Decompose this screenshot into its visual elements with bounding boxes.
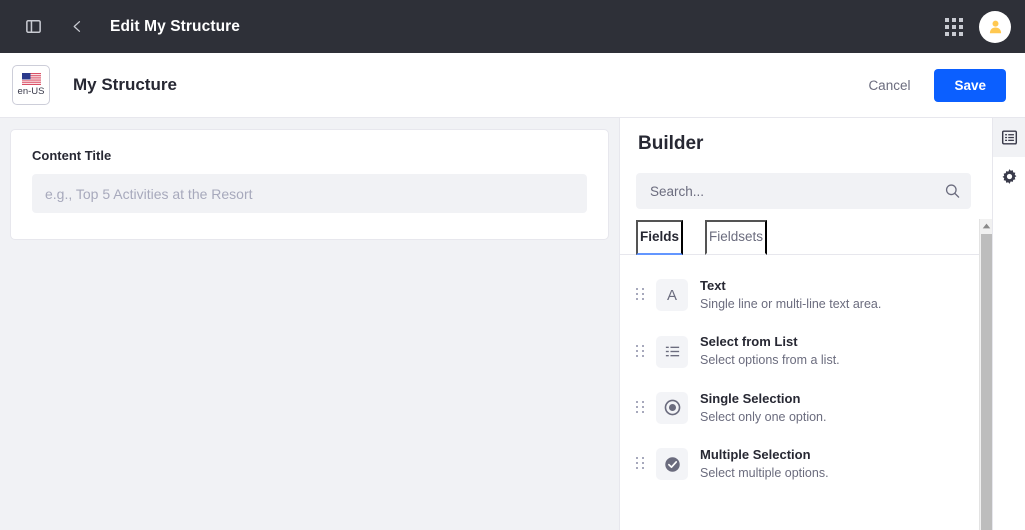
us-flag-icon xyxy=(21,73,41,86)
page-title: My Structure xyxy=(73,75,177,94)
drag-handle-icon[interactable] xyxy=(636,344,644,359)
checkmark-circle-glyph xyxy=(664,456,680,472)
radio-button-glyph xyxy=(664,400,680,416)
rail-button-settings[interactable] xyxy=(993,157,1025,196)
gear-icon xyxy=(1002,169,1016,184)
search-input[interactable] xyxy=(636,173,971,209)
list-item-title: Select from List xyxy=(700,334,798,350)
list-item-description: Single line or multi-line text area. xyxy=(700,296,882,311)
list-item-title: Multiple Selection xyxy=(700,447,811,463)
field-list: A Text Single line or multi-line text ar… xyxy=(620,255,992,530)
bulleted-list-glyph xyxy=(665,346,679,357)
builder-search xyxy=(636,173,971,209)
rail-button-structure[interactable] xyxy=(993,118,1025,157)
sidebar-toggle-button[interactable] xyxy=(18,12,48,42)
workspace: Content Title Builder Fields Fieldsets xyxy=(0,118,1025,530)
list-item[interactable]: Select from List Select options from a l… xyxy=(636,323,976,379)
avatar[interactable] xyxy=(979,10,1011,43)
builder-title: Builder xyxy=(638,133,704,154)
content-title-input[interactable] xyxy=(32,174,587,213)
grid-apps-icon[interactable] xyxy=(945,17,963,36)
panel-toggle-icon xyxy=(25,19,41,34)
list-item-texts: Text Single line or multi-line text area… xyxy=(700,277,881,313)
builder-tabs: Fields Fieldsets xyxy=(620,220,992,255)
form-canvas: Content Title xyxy=(0,118,620,530)
builder-panel: Builder Fields Fieldsets xyxy=(620,118,992,530)
list-item-texts: Multiple Selection Select multiple optio… xyxy=(700,446,829,482)
search-icon xyxy=(945,184,960,198)
bulleted-list-icon xyxy=(656,335,688,368)
checkmark-circle-icon xyxy=(656,448,688,481)
page-subheader: en-US My Structure Cancel Save xyxy=(0,53,1025,118)
list-item-texts: Select from List Select options from a l… xyxy=(700,333,840,369)
list-item-description: Select multiple options. xyxy=(700,465,829,480)
list-item[interactable]: Single Selection Select only one option. xyxy=(636,380,976,436)
builder-header: Builder xyxy=(620,118,992,220)
content-title-card: Content Title xyxy=(10,129,609,240)
drag-handle-icon[interactable] xyxy=(636,288,644,302)
list-item[interactable]: A Text Single line or multi-line text ar… xyxy=(636,267,976,323)
search-button[interactable] xyxy=(942,181,963,202)
navbar-left-group: Edit My Structure xyxy=(18,12,240,42)
chevron-left-icon xyxy=(73,21,80,32)
list-table-icon xyxy=(1001,130,1017,145)
list-item-description: Select options from a list. xyxy=(700,353,840,368)
language-code: en-US xyxy=(17,86,45,98)
tab-fieldsets[interactable]: Fieldsets xyxy=(705,220,768,255)
caret-up-icon xyxy=(982,223,990,228)
navbar-title: Edit My Structure xyxy=(110,17,241,35)
scrollbar-up-button[interactable] xyxy=(980,219,992,232)
cancel-button[interactable]: Cancel xyxy=(864,70,914,101)
list-item[interactable]: Multiple Selection Select multiple optio… xyxy=(636,436,976,492)
radio-button-icon xyxy=(656,391,688,424)
list-item-texts: Single Selection Select only one option. xyxy=(700,390,826,426)
top-navbar: Edit My Structure xyxy=(0,0,1025,53)
drag-handle-icon[interactable] xyxy=(636,457,644,471)
text-letter-a-icon: A xyxy=(656,279,688,312)
scrollbar-thumb[interactable] xyxy=(981,234,992,530)
save-button[interactable]: Save xyxy=(934,68,1006,102)
drag-handle-icon[interactable] xyxy=(636,400,644,415)
list-item-description: Select only one option. xyxy=(700,409,827,424)
right-icon-rail xyxy=(992,118,1025,530)
content-title-label: Content Title xyxy=(32,148,112,163)
back-button[interactable] xyxy=(62,12,92,42)
language-selector[interactable]: en-US xyxy=(12,65,50,105)
subheader-actions: Cancel Save xyxy=(864,68,1006,102)
navbar-right-group xyxy=(945,10,1011,43)
tab-fields[interactable]: Fields xyxy=(636,220,684,255)
list-item-title: Single Selection xyxy=(700,390,801,406)
user-avatar-icon xyxy=(989,20,1001,34)
list-item-title: Text xyxy=(700,278,726,293)
builder-scrollbar[interactable] xyxy=(979,219,992,530)
